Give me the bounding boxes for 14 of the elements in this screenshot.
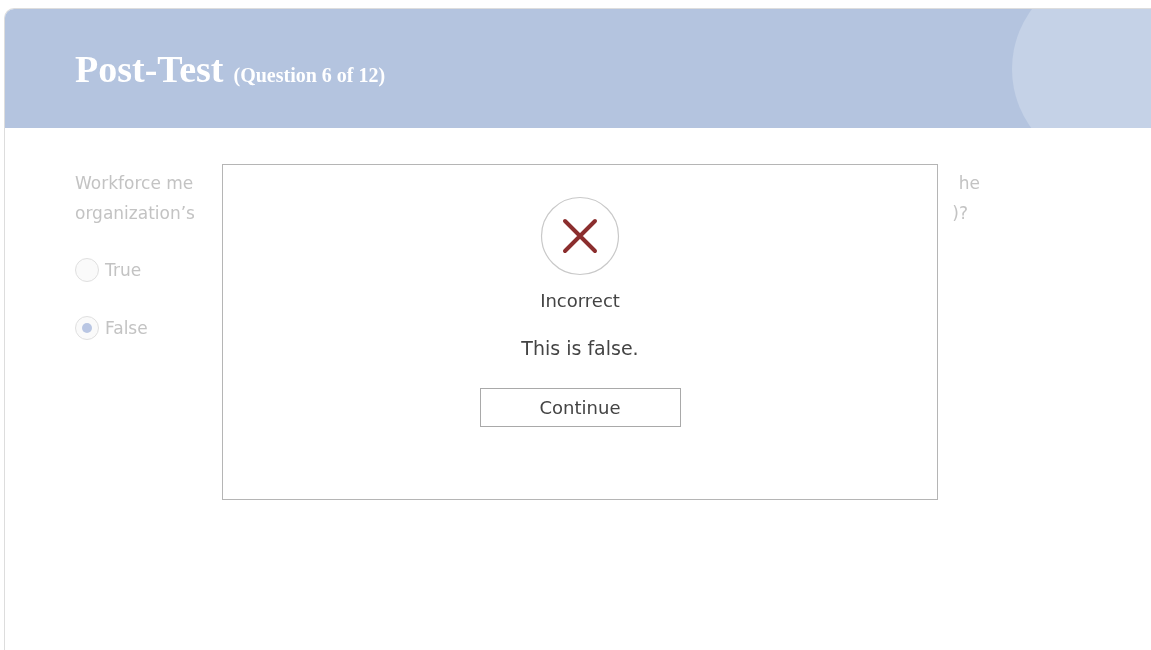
close-x-icon <box>540 196 620 276</box>
continue-button[interactable]: Continue <box>479 388 681 427</box>
result-label: Incorrect <box>540 290 620 311</box>
question-counter: (Question 6 of 12) <box>233 63 386 86</box>
option-label[interactable]: False <box>105 318 148 338</box>
radio-button[interactable] <box>75 316 99 340</box>
question-text: Workforce me <box>75 172 194 195</box>
question-text: )? <box>952 202 968 225</box>
page-title: Post-Test <box>75 47 224 90</box>
option-label[interactable]: True <box>105 260 142 280</box>
question-text: he <box>958 172 980 195</box>
radio-button[interactable] <box>75 258 99 282</box>
feedback-message: This is false. <box>521 337 639 359</box>
question-text: organization’s <box>75 202 195 225</box>
